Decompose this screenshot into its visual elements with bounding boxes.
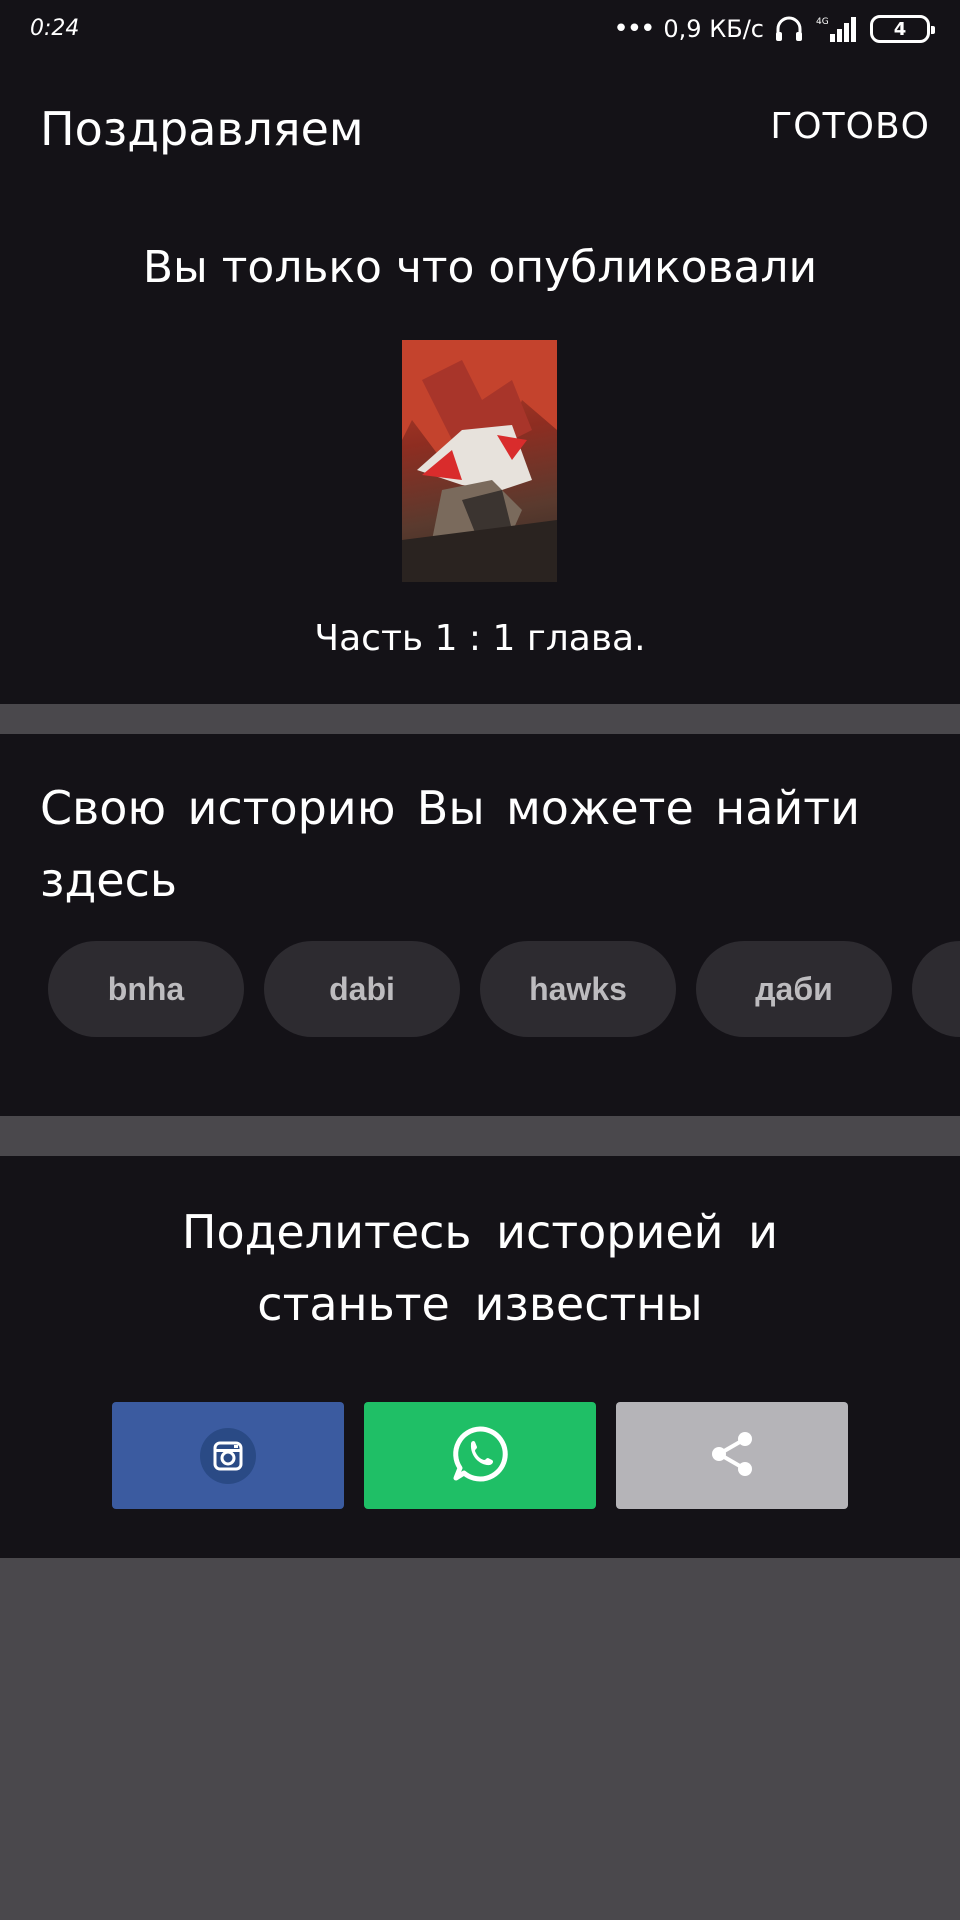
story-cover-image[interactable] [402,340,557,582]
whatsapp-icon [450,1424,510,1488]
section-divider [0,1116,960,1156]
network-speed: 0,9 КБ/с [663,15,764,43]
tag-chip[interactable]: д [912,941,960,1037]
tag-chip[interactable]: dabi [264,941,460,1037]
instagram-share-button[interactable] [112,1402,344,1509]
section-divider [0,704,960,734]
published-heading: Вы только что опубликовали [142,242,818,293]
share-icon [707,1429,757,1483]
share-heading: Поделитесь историей и станьте известны [181,1205,779,1331]
signal-icon: 4G [814,14,860,44]
status-time: 0:24 [30,16,80,41]
battery-icon: 4 [870,15,935,43]
share-buttons [112,1402,848,1509]
generic-share-button[interactable] [616,1402,848,1509]
find-story-text: Свою историю Вы можете найти здесь [40,781,860,907]
tag-chip[interactable]: даби [696,941,892,1037]
headphones-icon [774,15,804,43]
published-section: Поздравляем ГОТОВО Вы только что опублик… [0,62,960,704]
status-icons: ••• 0,9 КБ/с 4G 4 [613,14,935,44]
status-bar: 0:24 ••• 0,9 КБ/с 4G 4 [0,0,960,62]
tag-list: bnha dabi hawks даби д [48,941,960,1037]
page-title: Поздравляем [40,102,364,156]
find-story-section: Свою историю Вы можете найти здесь bnha … [0,734,960,1116]
share-section: Поделитесь историей и станьте известны [0,1156,960,1558]
whatsapp-share-button[interactable] [364,1402,596,1509]
tag-chip[interactable]: hawks [480,941,676,1037]
instagram-icon [200,1427,256,1484]
more-dots-icon: ••• [613,14,655,44]
tag-chip[interactable]: bnha [48,941,244,1037]
chapter-title: Часть 1 : 1 глава. [314,618,646,659]
network-type: 4G [816,17,829,27]
done-button[interactable]: ГОТОВО [770,106,930,147]
